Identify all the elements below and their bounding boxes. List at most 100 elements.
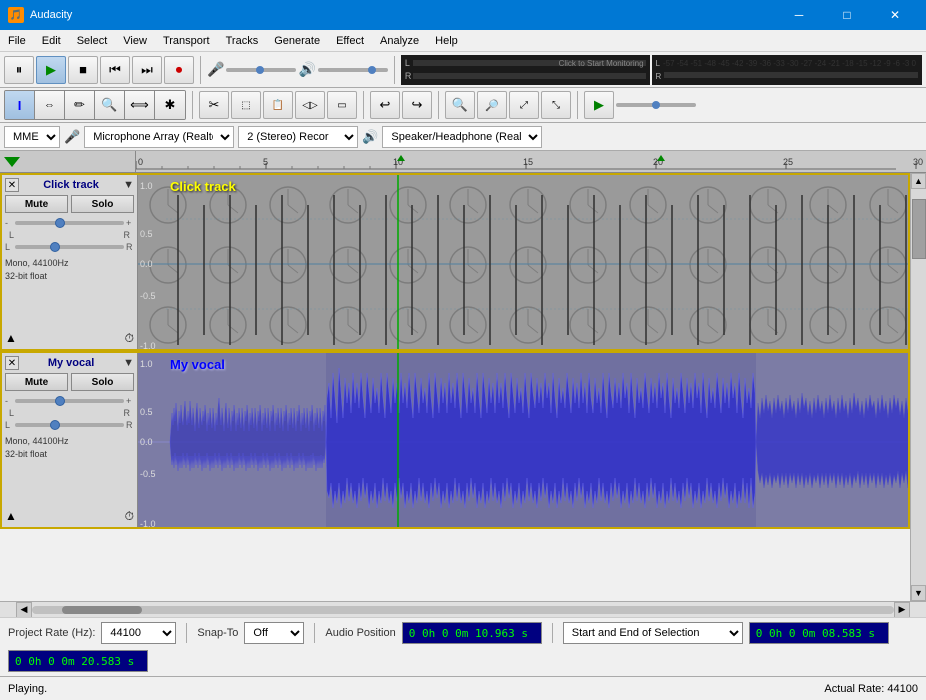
maximize-button[interactable]: □ bbox=[824, 0, 870, 30]
zoom-in-button[interactable]: 🔍 bbox=[445, 91, 475, 119]
fit-selection-button[interactable]: ⤢ bbox=[509, 91, 539, 119]
project-rate-select[interactable]: 44100 bbox=[101, 622, 176, 644]
output-device-select[interactable]: Speaker/Headphone (Realte bbox=[382, 126, 542, 148]
audio-position-display: 0 0h 0 0m 10.963 s bbox=[402, 622, 542, 644]
mic-icon: 🎤 bbox=[207, 61, 224, 78]
click-track-pan-slider[interactable] bbox=[15, 245, 124, 249]
vocal-track-close[interactable]: ✕ bbox=[5, 356, 19, 370]
svg-text:0.5: 0.5 bbox=[140, 229, 153, 239]
status-right: Actual Rate: 44100 bbox=[824, 683, 918, 695]
menu-tracks[interactable]: Tracks bbox=[218, 30, 267, 52]
vscroll-thumb[interactable] bbox=[912, 199, 926, 259]
redo-button[interactable]: ↪ bbox=[402, 91, 432, 119]
undo-button[interactable]: ↩ bbox=[370, 91, 400, 119]
input-device-select[interactable]: Microphone Array (Realtek bbox=[84, 126, 234, 148]
zoom-tool[interactable]: 🔍 bbox=[95, 91, 125, 119]
svg-text:0.0: 0.0 bbox=[140, 259, 153, 269]
click-track-label: Click track bbox=[170, 179, 236, 194]
hscroll-thumb[interactable] bbox=[62, 606, 142, 614]
click-track-name: Click track bbox=[19, 179, 123, 191]
multi-tool[interactable]: ✱ bbox=[155, 91, 185, 119]
play-at-speed-button[interactable]: ▶ bbox=[584, 91, 614, 119]
timeshift-tool[interactable]: ⟺ bbox=[125, 91, 155, 119]
minimize-button[interactable]: ─ bbox=[776, 0, 822, 30]
select-tool[interactable]: I bbox=[5, 91, 35, 119]
host-select[interactable]: MME bbox=[4, 126, 60, 148]
click-track-close[interactable]: ✕ bbox=[5, 178, 19, 192]
envelope-tool[interactable]: ⇔ bbox=[35, 91, 65, 119]
transport-toolbar: ⏸ ▶ ■ ⏮ ⏭ ⏺ 🎤 🔊 L Click to Start Monito bbox=[0, 52, 926, 88]
menu-effect[interactable]: Effect bbox=[328, 30, 372, 52]
menubar: File Edit Select View Transport Tracks G… bbox=[0, 30, 926, 52]
selection-format-select[interactable]: Start and End of Selection bbox=[563, 622, 743, 644]
fit-project-button[interactable]: ⤡ bbox=[541, 91, 571, 119]
vscroll-track[interactable] bbox=[911, 189, 926, 585]
paste-button[interactable]: 📋 bbox=[263, 91, 293, 119]
sel-start-time: 0 0h 0 0m 08.583 s bbox=[756, 627, 875, 640]
click-track-menu[interactable]: ▼ bbox=[123, 179, 134, 191]
click-track-gain-slider[interactable] bbox=[15, 221, 124, 225]
vocal-track-gain-slider[interactable] bbox=[15, 399, 124, 403]
vscroll-up[interactable]: ▲ bbox=[911, 173, 926, 189]
menu-analyze[interactable]: Analyze bbox=[372, 30, 427, 52]
click-track-mute[interactable]: Mute bbox=[5, 195, 68, 213]
svg-text:1.0: 1.0 bbox=[140, 181, 153, 191]
vocal-track-collapse[interactable]: ▲ bbox=[5, 509, 17, 524]
stop-button[interactable]: ■ bbox=[68, 56, 98, 84]
separator-2 bbox=[394, 56, 395, 84]
bottom-sep1 bbox=[186, 623, 187, 643]
click-track-content[interactable]: 1.0 0.5 0.0 -0.5 -1.0 bbox=[138, 175, 908, 349]
hscroll-track[interactable] bbox=[32, 606, 894, 614]
menu-generate[interactable]: Generate bbox=[266, 30, 328, 52]
svg-text:30: 30 bbox=[913, 157, 923, 167]
close-button[interactable]: ✕ bbox=[872, 0, 918, 30]
sep-undo bbox=[438, 91, 439, 119]
skip-start-button[interactable]: ⏮ bbox=[100, 56, 130, 84]
svg-text:1.0: 1.0 bbox=[140, 359, 153, 369]
menu-edit[interactable]: Edit bbox=[34, 30, 69, 52]
vocal-track-content[interactable]: 1.0 0.5 0.0 -0.5 -1.0 bbox=[138, 353, 908, 527]
menu-help[interactable]: Help bbox=[427, 30, 466, 52]
selection-start-marker bbox=[4, 157, 20, 167]
playback-speed-slider[interactable] bbox=[616, 103, 696, 107]
click-track-header: ✕ Click track ▼ Mute Solo - + bbox=[2, 175, 138, 349]
click-track-collapse[interactable]: ▲ bbox=[5, 331, 17, 346]
input-volume-slider[interactable] bbox=[226, 68, 296, 72]
vocal-track-mute[interactable]: Mute bbox=[5, 373, 68, 391]
svg-text:0.0: 0.0 bbox=[140, 437, 153, 447]
separator-1 bbox=[200, 56, 201, 84]
cut-button[interactable]: ✂ bbox=[199, 91, 229, 119]
trim-button[interactable]: ◁▷ bbox=[295, 91, 325, 119]
input-meter[interactable]: L Click to Start Monitoring R bbox=[401, 55, 650, 85]
play-button[interactable]: ▶ bbox=[36, 56, 66, 84]
hscroll-left[interactable]: ◀ bbox=[16, 602, 32, 618]
menu-select[interactable]: Select bbox=[69, 30, 116, 52]
silence-button[interactable]: ▭ bbox=[327, 91, 357, 119]
input-channels-select[interactable]: 2 (Stereo) Recor bbox=[238, 126, 358, 148]
selection-start-display: 0 0h 0 0m 08.583 s bbox=[749, 622, 889, 644]
pause-button[interactable]: ⏸ bbox=[4, 56, 34, 84]
audio-position-label: Audio Position bbox=[325, 627, 395, 639]
vscroll-down[interactable]: ▼ bbox=[911, 585, 926, 601]
vocal-track-menu[interactable]: ▼ bbox=[123, 357, 134, 369]
zoom-out-button[interactable]: 🔎 bbox=[477, 91, 507, 119]
record-button[interactable]: ⏺ bbox=[164, 56, 194, 84]
copy-button[interactable]: ⬚ bbox=[231, 91, 261, 119]
titlebar-controls: ─ □ ✕ bbox=[776, 0, 918, 30]
click-track-settings[interactable]: ⏱ bbox=[125, 331, 134, 346]
vocal-track-pan-slider[interactable] bbox=[15, 423, 124, 427]
mic-device-icon: 🎤 bbox=[64, 129, 80, 145]
snap-to-select[interactable]: Off bbox=[244, 622, 304, 644]
vocal-track-settings[interactable]: ⏱ bbox=[125, 509, 134, 524]
svg-text:-1.0: -1.0 bbox=[140, 341, 156, 349]
skip-end-button[interactable]: ⏭ bbox=[132, 56, 162, 84]
vocal-track-solo[interactable]: Solo bbox=[71, 373, 134, 391]
menu-file[interactable]: File bbox=[0, 30, 34, 52]
menu-view[interactable]: View bbox=[115, 30, 155, 52]
ruler-area[interactable]: 0 5 10 15 20 25 30 bbox=[136, 151, 926, 172]
draw-tool[interactable]: ✏ bbox=[65, 91, 95, 119]
click-track-solo[interactable]: Solo bbox=[71, 195, 134, 213]
hscroll-right[interactable]: ▶ bbox=[894, 602, 910, 618]
output-volume-slider[interactable] bbox=[318, 68, 388, 72]
menu-transport[interactable]: Transport bbox=[155, 30, 218, 52]
